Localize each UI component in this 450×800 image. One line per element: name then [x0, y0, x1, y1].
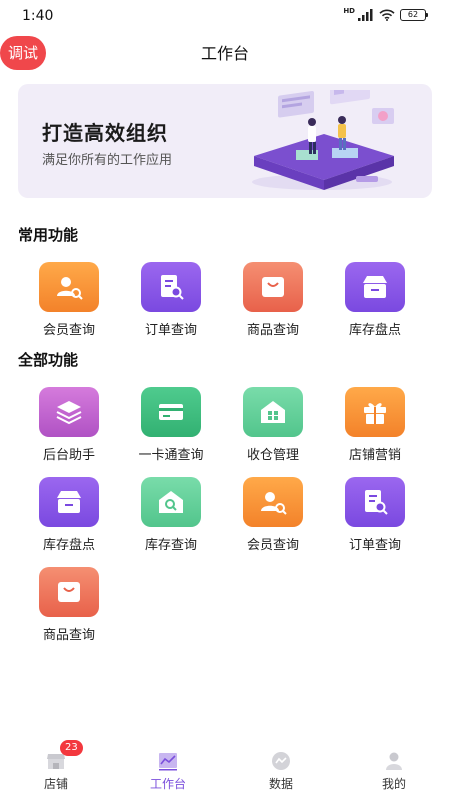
page-title: 工作台 [200, 44, 249, 63]
status-icons: HD 62 [343, 7, 428, 21]
grid-item-label: 一卡通查询 [138, 448, 204, 463]
grid-item-card-search[interactable]: 一卡通查询 [120, 387, 222, 467]
grid-item-label: 库存查询 [144, 538, 197, 553]
all-section-title: 全部功能 [18, 351, 79, 369]
grid-item-label: 收仓管理 [246, 448, 299, 463]
member-search-icon [243, 477, 303, 527]
grid-item-label: 订单查询 [348, 538, 401, 553]
wifi-icon [379, 9, 395, 21]
tab-label: 店铺 [43, 777, 68, 791]
grid-item-label: 商品查询 [246, 323, 299, 338]
bottom-tab-bar: 23 店铺 工作台 数据 我的 [0, 740, 450, 800]
battery-indicator: 62 [400, 9, 428, 21]
grid-item-inventory-check[interactable]: 库存盘点 [324, 262, 426, 342]
grid-item-order-search[interactable]: 订单查询 [120, 262, 222, 342]
tab-label: 工作台 [149, 777, 186, 791]
layers-icon [39, 387, 99, 437]
banner-subtitle: 满足你所有的工作应用 [42, 153, 173, 168]
card-icon [141, 387, 201, 437]
grid-item-label: 库存盘点 [348, 323, 401, 338]
status-bar: 1:40 HD 62 [0, 0, 450, 32]
grid-item-label: 店铺营销 [348, 448, 401, 463]
tab-label: 数据 [268, 777, 293, 791]
grid-item-product-search[interactable]: 商品查询 [18, 567, 120, 647]
tab-data[interactable]: 数据 [225, 742, 337, 800]
order-search-icon [345, 477, 405, 527]
grid-item-label: 商品查询 [42, 628, 95, 643]
grid-item-inventory-check[interactable]: 库存盘点 [18, 477, 120, 557]
grid-item-label: 订单查询 [144, 323, 197, 338]
office-illustration [252, 90, 394, 190]
grid-item-warehouse-management[interactable]: 收仓管理 [222, 387, 324, 467]
banner-title: 打造高效组织 [42, 121, 168, 145]
grid-item-label: 后台助手 [42, 448, 95, 463]
common-section-title: 常用功能 [18, 226, 79, 244]
shopping-bag-icon [39, 567, 99, 617]
header: 工作台 调试 [0, 32, 450, 70]
grid-item-order-search[interactable]: 订单查询 [324, 477, 426, 557]
warehouse-icon [243, 387, 303, 437]
profile-icon [386, 752, 402, 770]
grid-item-store-marketing[interactable]: 店铺营销 [324, 387, 426, 467]
grid-item-member-search[interactable]: 会员查询 [18, 262, 120, 342]
order-search-icon [141, 262, 201, 312]
tab-store[interactable]: 23 店铺 [0, 740, 112, 800]
notification-badge: 23 [60, 740, 83, 756]
inventory-box-icon [345, 262, 405, 312]
grid-item-member-search[interactable]: 会员查询 [222, 477, 324, 557]
tab-workbench[interactable]: 工作台 [112, 742, 224, 800]
tab-profile[interactable]: 我的 [338, 742, 450, 800]
data-icon [272, 752, 290, 770]
grid-item-inventory-search[interactable]: 库存查询 [120, 477, 222, 557]
grid-item-backend-assistant[interactable]: 后台助手 [18, 387, 120, 467]
tab-label: 我的 [381, 777, 406, 791]
grid-item-product-search[interactable]: 商品查询 [222, 262, 324, 342]
chart-icon [159, 753, 177, 771]
debug-button[interactable]: 调试 [0, 36, 46, 70]
signal-icon [358, 9, 373, 21]
grid-item-label: 库存盘点 [42, 538, 95, 553]
promo-banner[interactable]: 打造高效组织 满足你所有的工作应用 [18, 84, 432, 198]
grid-item-label: 会员查询 [246, 538, 299, 553]
inventory-box-icon [39, 477, 99, 527]
gift-icon [345, 387, 405, 437]
grid-item-label: 会员查询 [42, 323, 95, 338]
status-time: 1:40 [22, 8, 54, 24]
shopping-bag-icon [243, 262, 303, 312]
network-type-label: HD [343, 7, 355, 15]
house-search-icon [141, 477, 201, 527]
member-search-icon [39, 262, 99, 312]
